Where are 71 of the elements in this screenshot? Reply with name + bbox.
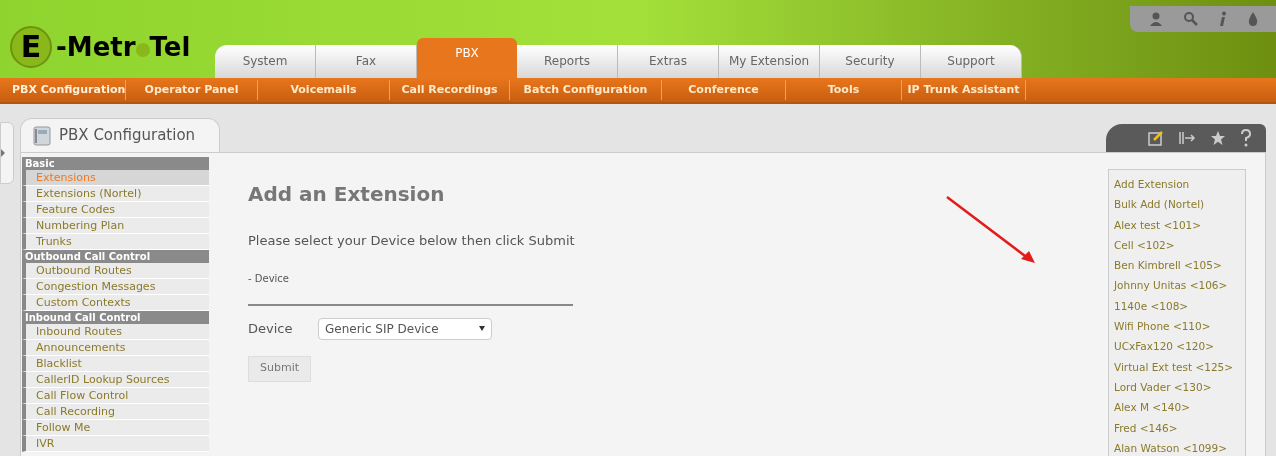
- sidebar-item[interactable]: Feature Codes: [22, 202, 209, 218]
- sidebar-item[interactable]: Call Recording: [22, 404, 209, 420]
- sidebar-item[interactable]: Extensions (Nortel): [22, 186, 209, 202]
- search-icon[interactable]: [1182, 11, 1199, 27]
- extension-link[interactable]: Johnny Unitas <106>: [1114, 275, 1245, 296]
- edit-icon[interactable]: [1148, 130, 1164, 146]
- main-tab[interactable]: Extras: [618, 45, 719, 78]
- extension-link[interactable]: Fred <146>: [1114, 417, 1245, 438]
- extension-link[interactable]: Ben Kimbrell <105>: [1114, 255, 1245, 276]
- extension-link[interactable]: Alex M <140>: [1114, 397, 1245, 418]
- main-tab[interactable]: My Extension: [719, 45, 820, 78]
- panel-tab[interactable]: PBX Configuration: [20, 118, 220, 152]
- panel-title: PBX Configuration: [59, 125, 196, 147]
- star-icon[interactable]: [1210, 130, 1226, 146]
- sidebar-item[interactable]: Trunks: [22, 234, 209, 250]
- device-label: Device: [248, 319, 294, 338]
- sub-menu-item[interactable]: Batch Configuration: [510, 80, 662, 100]
- sub-menu-item[interactable]: Call Recordings: [390, 80, 510, 100]
- extension-link[interactable]: 1140e <108>: [1114, 295, 1245, 317]
- sidebar-item[interactable]: Outbound Routes: [22, 263, 209, 279]
- sidebar-item[interactable]: CallerID Lookup Sources: [22, 372, 209, 388]
- extension-link[interactable]: Alan Watson <1099>: [1114, 437, 1245, 456]
- form-instruction: Please select your Device below then click Submit: [248, 232, 576, 250]
- info-icon[interactable]: [1217, 11, 1228, 27]
- extension-link[interactable]: Wifi Phone <110>: [1114, 316, 1245, 337]
- main-tab[interactable]: PBX: [417, 38, 517, 78]
- extension-link[interactable]: Bulk Add (Nortel): [1114, 194, 1245, 215]
- sidebar-item[interactable]: Numbering Plan: [22, 218, 209, 234]
- extension-link[interactable]: Add Extension: [1114, 174, 1245, 195]
- sidebar-item[interactable]: IVR: [22, 436, 209, 452]
- help-icon[interactable]: [1240, 129, 1252, 147]
- sub-menu-item[interactable]: IP Trunk Assistant: [902, 80, 1026, 100]
- extension-link[interactable]: Alex test <101>: [1114, 214, 1245, 235]
- collapse-handle[interactable]: [0, 122, 14, 184]
- section-label: - Device: [248, 271, 290, 286]
- extension-link[interactable]: Lord Vader <130>: [1114, 376, 1245, 398]
- sub-menu-item[interactable]: PBX Configuration: [10, 80, 126, 100]
- sidebar-item[interactable]: Announcements: [22, 340, 209, 356]
- drop-icon[interactable]: [1246, 11, 1259, 27]
- sidebar-item[interactable]: Call Flow Control: [22, 388, 209, 404]
- main-tab[interactable]: System: [215, 45, 316, 78]
- device-dropdown[interactable]: Generic SIP Device: [318, 317, 492, 340]
- sidebar-item[interactable]: Blacklist: [22, 356, 209, 372]
- sub-menu-item[interactable]: Tools: [786, 80, 902, 100]
- sub-menu-item[interactable]: Voicemails: [258, 80, 390, 100]
- export-icon[interactable]: [1178, 130, 1196, 146]
- sidebar-heading: Inbound Call Control: [22, 311, 209, 324]
- sidebar-heading: Basic: [22, 157, 209, 170]
- submit-button[interactable]: Submit: [248, 355, 311, 382]
- form-title: Add an Extension: [248, 181, 446, 208]
- user-icon[interactable]: [1147, 11, 1164, 27]
- extension-link[interactable]: Virtual Ext test <125>: [1114, 356, 1245, 377]
- sidebar-item[interactable]: Follow Me: [22, 420, 209, 436]
- main-tab[interactable]: Fax: [316, 45, 417, 78]
- sidebar-heading: Outbound Call Control: [22, 250, 209, 263]
- sidebar-item[interactable]: Inbound Routes: [22, 324, 209, 340]
- logo-text: -Metr: [56, 34, 136, 60]
- phone-icon: [33, 125, 51, 146]
- sidebar-item[interactable]: Extensions: [22, 170, 209, 186]
- caret-icon: [1, 149, 5, 157]
- extension-link[interactable]: Cell <102>: [1114, 234, 1245, 256]
- main-tab[interactable]: Security: [820, 45, 921, 78]
- caret-icon: [479, 326, 485, 331]
- logo-text: Tel: [149, 34, 191, 60]
- main-tab[interactable]: Support: [921, 45, 1022, 78]
- main-tab[interactable]: Reports: [517, 45, 618, 78]
- sidebar-item[interactable]: Congestion Messages: [22, 279, 209, 295]
- sub-menu-item[interactable]: Operator Panel: [126, 80, 258, 100]
- extension-link[interactable]: UCxFax120 <120>: [1114, 336, 1245, 357]
- sidebar-item[interactable]: Custom Contexts: [22, 295, 209, 311]
- sub-menu-item[interactable]: Conference: [662, 80, 786, 100]
